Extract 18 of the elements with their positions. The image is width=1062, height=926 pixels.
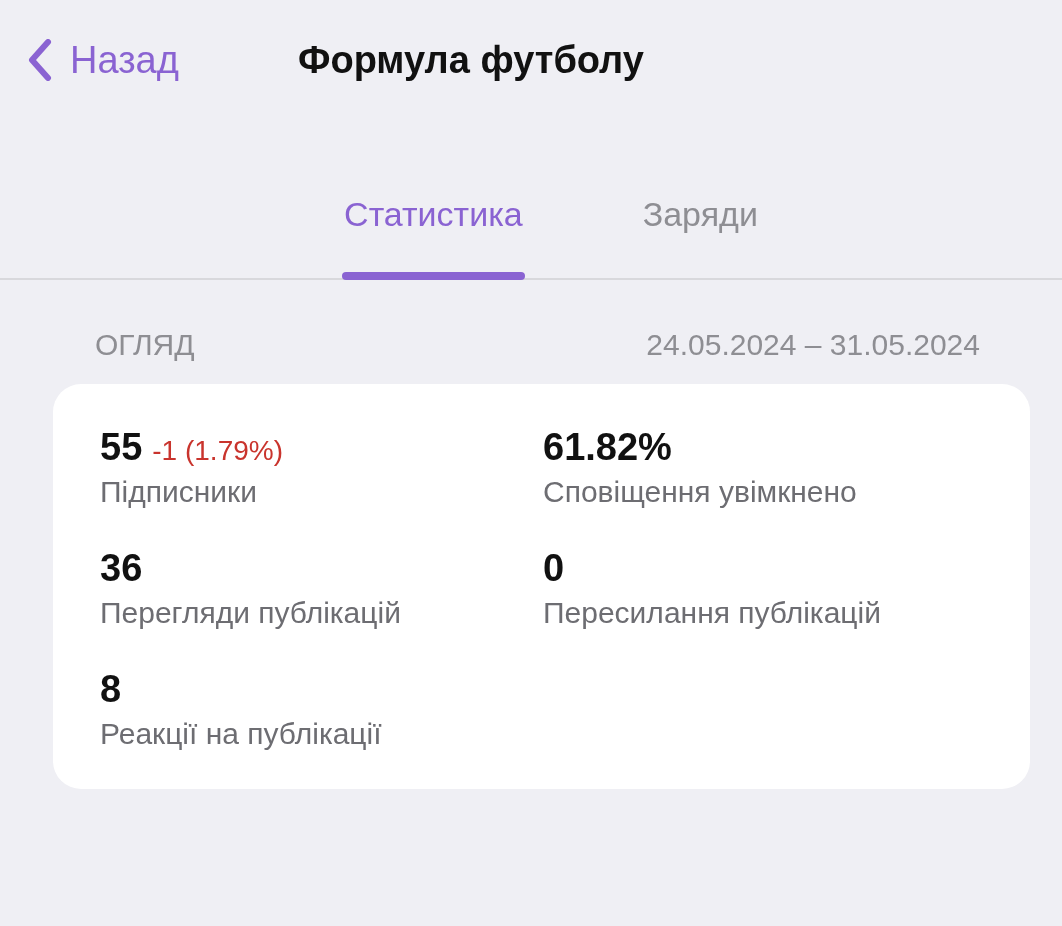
metric-value: 0 [543, 547, 565, 590]
section-heading: ОГЛЯД [95, 328, 195, 362]
metric-change: -1 (1.79%) [152, 435, 283, 467]
tab[interactable]: Заряди [642, 195, 758, 278]
metric-label: Підписники [100, 475, 258, 509]
page-title: Формула футболу [298, 38, 644, 82]
date-range: 24.05.2024 – 31.05.2024 [646, 328, 980, 362]
chevron-left-icon [28, 39, 52, 81]
back-button[interactable]: Назад [28, 38, 298, 82]
metric-label: Пересилання публікацій [543, 596, 882, 630]
metric-value: 8 [100, 668, 122, 711]
metric-label: Сповіщення увімкнено [543, 475, 858, 509]
tab[interactable]: Статистика [344, 195, 523, 278]
metric-value: 61.82% [543, 426, 672, 469]
metric-label: Перегляди публікацій [100, 596, 402, 630]
metric-value: 55 [100, 426, 143, 469]
metric-label: Реакції на публікації [100, 717, 383, 751]
metric-value: 36 [100, 547, 143, 590]
